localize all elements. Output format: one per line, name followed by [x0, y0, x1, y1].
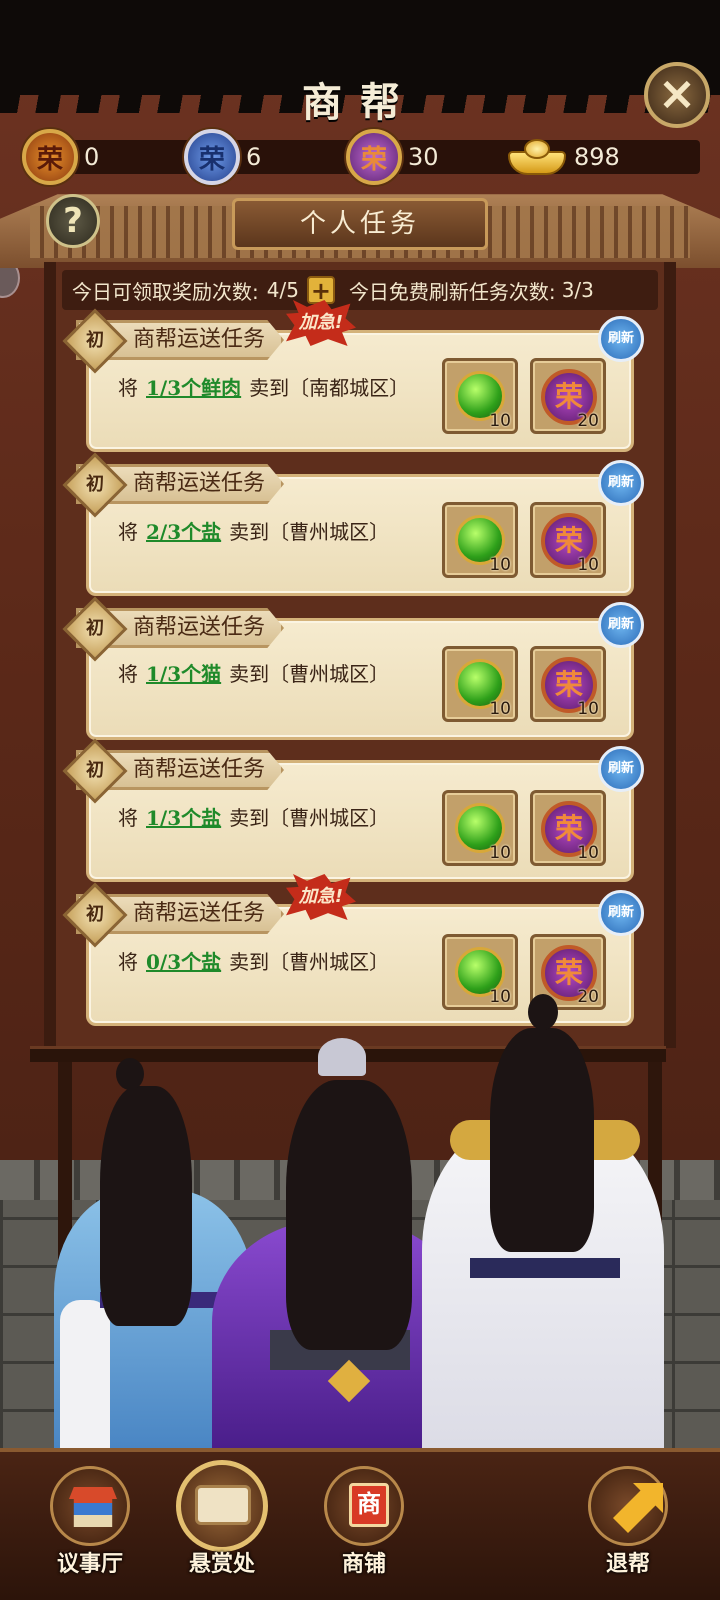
daily-info-row: 今日可领取奖励次数: 4/5 + 今日免费刷新任务次数: 3/3: [62, 270, 658, 310]
currency-orange-honor: 荣 0: [22, 128, 99, 186]
reward-slot-jade[interactable]: 10: [442, 790, 518, 866]
refresh-button[interactable]: 刷新: [598, 460, 644, 506]
task-destination: 〔曹州城区〕: [269, 662, 390, 686]
task-destination: 〔曹州城区〕: [269, 520, 390, 544]
currency-purple-honor: 荣 30: [346, 128, 439, 186]
help-button[interactable]: ?: [46, 194, 100, 248]
task-destination: 〔曹州城区〕: [269, 806, 390, 830]
task-description: 将 1/3个盐 卖到〔曹州城区〕: [118, 806, 390, 830]
reward-slot-honor[interactable]: 荣 20: [530, 358, 606, 434]
task-description: 将 1/3个猫 卖到〔曹州城区〕: [118, 662, 390, 686]
nav-council-hall[interactable]: 议事厅: [40, 1466, 140, 1586]
currency-value: 0: [84, 143, 100, 171]
shop-sign-icon: 商: [324, 1466, 404, 1546]
currency-blue-honor: 荣 6: [184, 128, 261, 186]
currency-value: 6: [246, 143, 262, 171]
refresh-button[interactable]: 刷新: [598, 746, 644, 792]
tab-personal-tasks[interactable]: 个人任务: [232, 198, 488, 250]
reward-slot-honor[interactable]: 荣 10: [530, 790, 606, 866]
currency-value: 30: [408, 143, 439, 171]
honor-orange-medal-icon: 荣: [22, 129, 78, 185]
task-description: 将 0/3个盐 卖到〔曹州城区〕: [118, 950, 390, 974]
nav-shop[interactable]: 商 商铺: [314, 1466, 414, 1586]
nav-bounty[interactable]: 悬赏处: [172, 1460, 272, 1586]
reward-slot-jade[interactable]: 10: [442, 934, 518, 1010]
free-refresh-count: 3/3: [561, 278, 594, 302]
reward-slot-jade[interactable]: 10: [442, 646, 518, 722]
gold-ingot-icon: [506, 135, 568, 179]
question-icon: ?: [63, 201, 83, 241]
honor-blue-medal-icon: 荣: [184, 129, 240, 185]
refresh-button[interactable]: 刷新: [598, 602, 644, 648]
task-quantity: 1/3个鲜肉: [146, 376, 242, 400]
task-quantity: 1/3个盐: [146, 806, 222, 830]
reward-times-label: 今日可领取奖励次数:: [72, 279, 259, 304]
task-quantity: 2/3个盐: [146, 520, 222, 544]
refresh-button[interactable]: 刷新: [598, 316, 644, 362]
exit-arrow-icon: [588, 1466, 668, 1546]
close-x-icon: ×: [657, 66, 697, 120]
task-destination: 〔曹州城区〕: [269, 950, 390, 974]
reward-times-count: 4/5: [266, 278, 299, 302]
honor-purple-medal-icon: 荣: [346, 129, 402, 185]
free-refresh-label: 今日免费刷新任务次数:: [348, 279, 556, 304]
reward-slot-jade[interactable]: 10: [442, 358, 518, 434]
close-button[interactable]: ×: [644, 62, 710, 128]
council-hall-icon: [50, 1466, 130, 1546]
reward-slot-honor[interactable]: 荣 10: [530, 646, 606, 722]
task-quantity: 1/3个猫: [146, 662, 222, 686]
reward-slot-honor[interactable]: 荣 10: [530, 502, 606, 578]
add-reward-times-button[interactable]: +: [306, 276, 335, 304]
task-quantity: 0/3个盐: [146, 950, 222, 974]
refresh-button[interactable]: 刷新: [598, 890, 644, 936]
task-description: 将 2/3个盐 卖到〔曹州城区〕: [118, 520, 390, 544]
bounty-scroll-icon: [176, 1460, 268, 1552]
currency-gold: 898: [506, 128, 620, 186]
task-description: 将 1/3个鲜肉 卖到〔南都城区〕: [118, 376, 410, 400]
currency-value: 898: [574, 143, 620, 171]
nav-leave-guild[interactable]: 退帮: [578, 1466, 678, 1586]
page-title: 商帮: [302, 79, 418, 126]
task-destination: 〔南都城区〕: [289, 376, 410, 400]
reward-slot-jade[interactable]: 10: [442, 502, 518, 578]
